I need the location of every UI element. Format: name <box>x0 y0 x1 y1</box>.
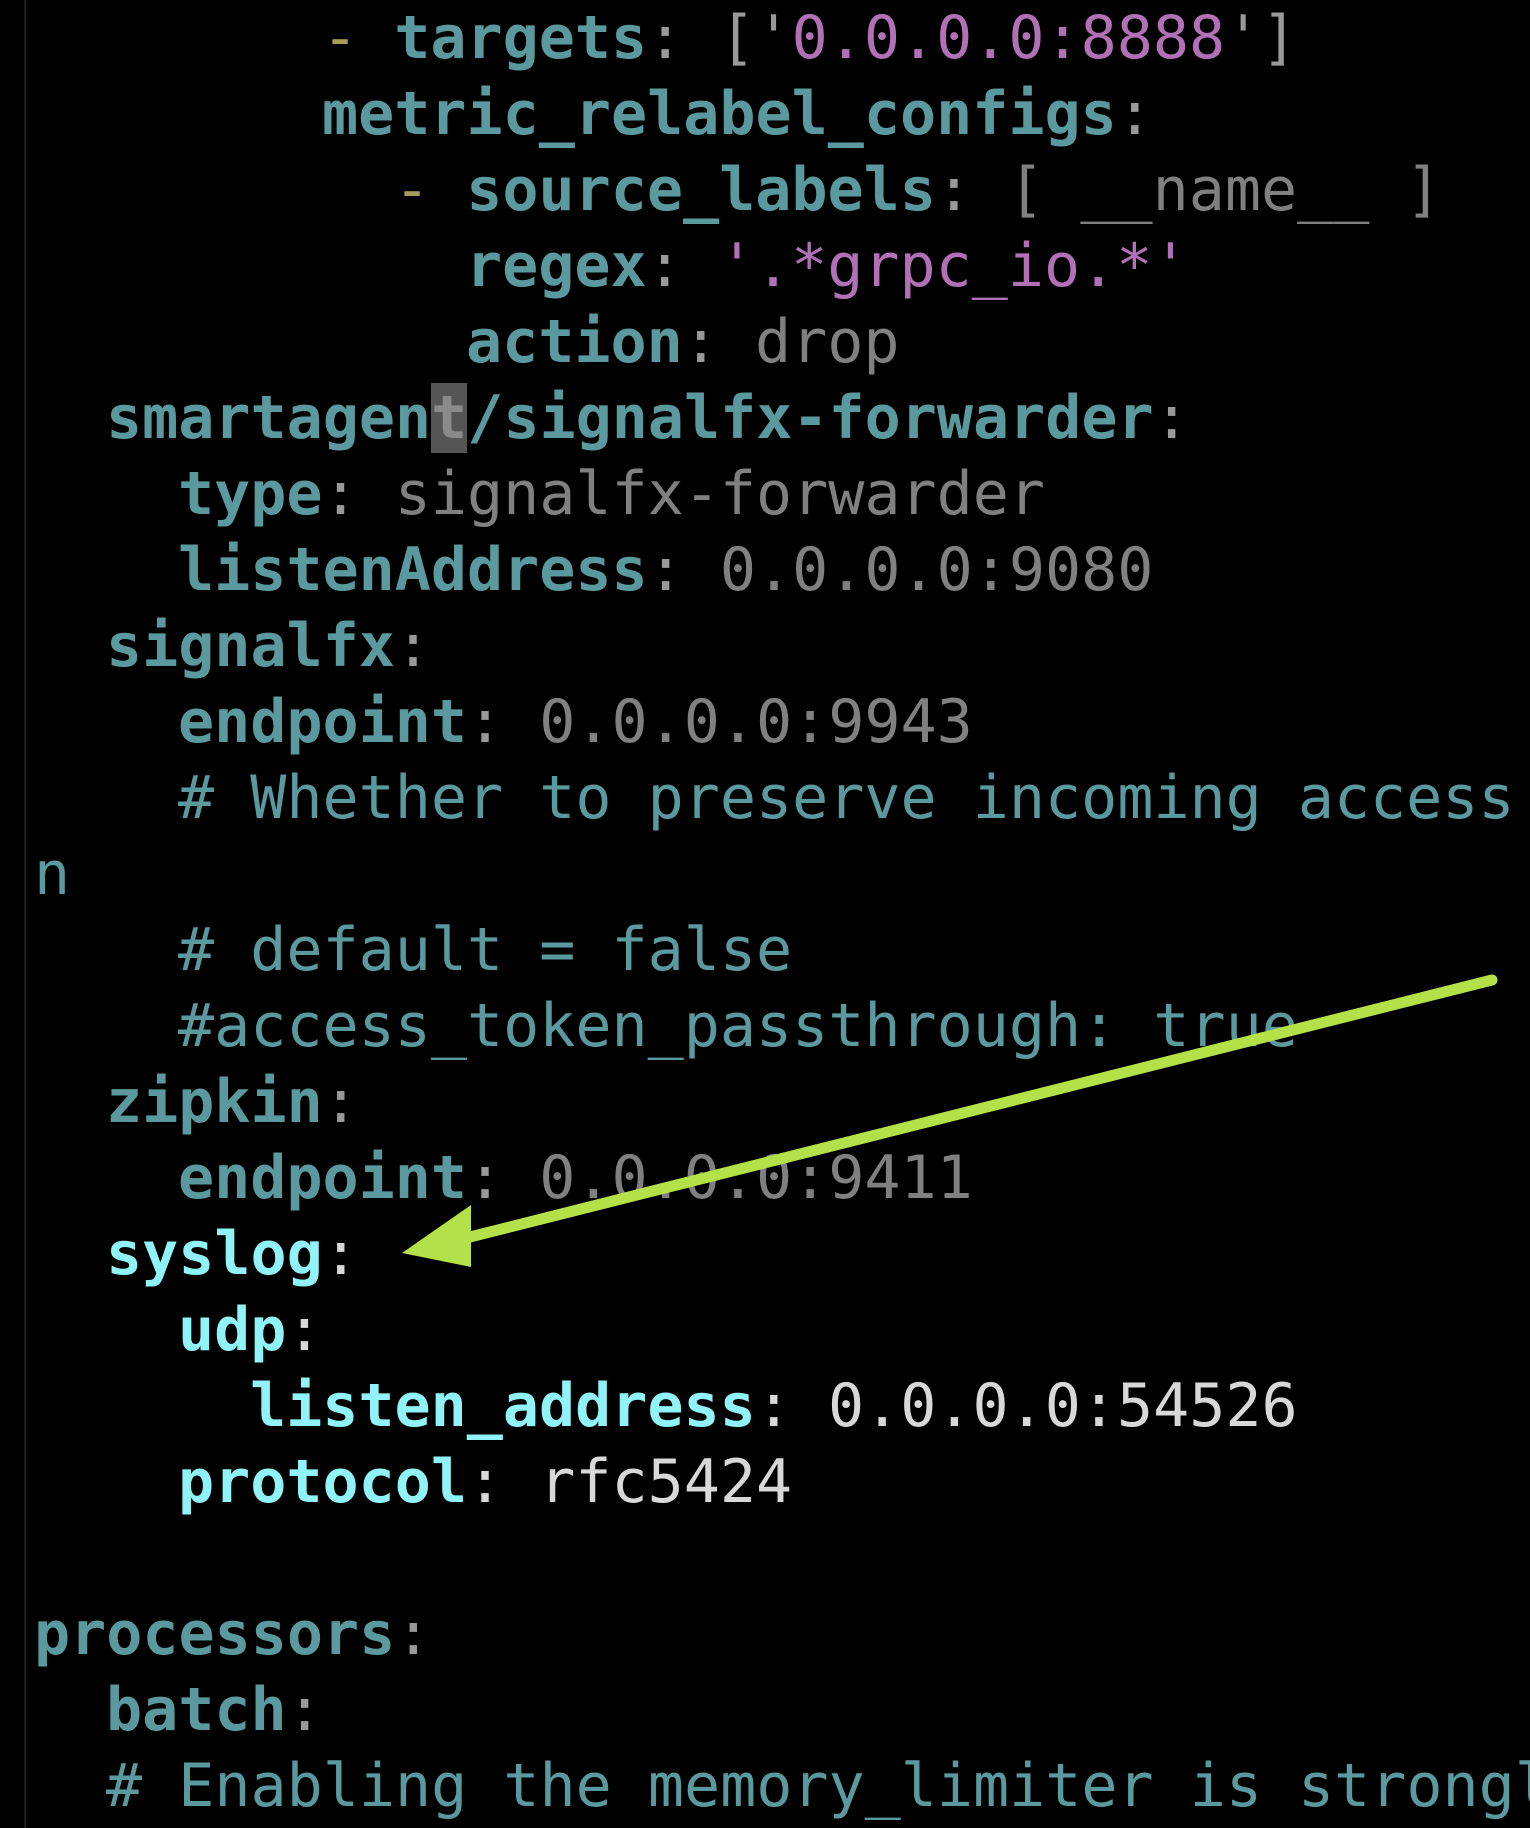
yaml-key: type <box>178 459 323 529</box>
yaml-key: endpoint <box>178 1143 467 1213</box>
code-line-comment-default: # default = false <box>178 912 792 988</box>
colon: : <box>1153 383 1190 453</box>
list-dash: - <box>322 3 395 73</box>
yaml-value: 0.0.0.0:9943 <box>539 687 973 757</box>
yaml-key-rest: /signalfx-forwarder <box>467 383 1154 453</box>
yaml-value: rfc5424 <box>539 1447 793 1517</box>
colon: : <box>755 1371 828 1441</box>
code-line-comment-memory-limiter: # Enabling the memory_limiter is strongl <box>106 1748 1530 1824</box>
yaml-key: targets <box>394 3 648 73</box>
code-line-wrapped: n <box>34 836 70 912</box>
wrapped-text: n <box>34 839 71 909</box>
comment-text: #access_token_passthrough: true <box>178 991 1298 1061</box>
colon: : <box>466 1447 540 1517</box>
colon: : <box>394 611 432 681</box>
code-line-zipkin-endpoint: endpoint: 0.0.0.0:9411 <box>178 1140 973 1216</box>
code-line-zipkin: zipkin: <box>106 1064 359 1140</box>
colon: : <box>395 1599 432 1669</box>
yaml-key: smartagen <box>106 383 432 453</box>
code-line-smartagent: smartagent/signalfx-forwarder: <box>106 380 1190 456</box>
colon: : <box>322 459 395 529</box>
yaml-value: drop <box>755 307 900 377</box>
code-line-protocol: protocol: rfc5424 <box>178 1444 792 1520</box>
yaml-value: 0.0.0.0:54526 <box>827 1371 1298 1441</box>
code-line-comment-preserve: # Whether to preserve incoming access <box>178 760 1515 836</box>
colon: : <box>322 1067 359 1137</box>
colon: : <box>286 1675 323 1745</box>
yaml-key: regex <box>466 231 647 301</box>
yaml-key: signalfx <box>106 611 395 681</box>
code-line-targets: - targets: ['0.0.0.0:8888'] <box>322 0 1297 76</box>
yaml-key: processors <box>34 1599 396 1669</box>
text-cursor[interactable]: t <box>431 383 468 453</box>
yaml-key: endpoint <box>178 687 467 757</box>
colon: : <box>935 155 1009 225</box>
code-line-source-labels: - source_labels: [ __name__ ] <box>394 152 1442 228</box>
yaml-value: [ __name__ ] <box>1008 155 1442 225</box>
yaml-value: 0.0.0.0:9080 <box>719 535 1154 605</box>
comment-text: # default = false <box>178 915 793 985</box>
yaml-key: source_labels <box>466 155 936 225</box>
colon: : <box>682 307 755 377</box>
yaml-key: zipkin <box>106 1067 323 1137</box>
code-line-metric-relabel-configs: metric_relabel_configs: <box>322 76 1153 152</box>
gutter-edge <box>24 0 26 1828</box>
code-line-syslog: syslog: <box>106 1216 359 1292</box>
yaml-key: listenAddress <box>178 535 648 605</box>
string-value: '.*grpc_io.*' <box>718 231 1189 301</box>
yaml-value: signalfx-forwarder <box>394 459 1045 529</box>
string-value: 0.0.0.0:8888 <box>791 3 1226 73</box>
colon: : <box>322 1219 359 1289</box>
yaml-key: metric_relabel_configs <box>322 79 1117 149</box>
code-line-batch: batch: <box>106 1672 323 1748</box>
code-line-udp: udp: <box>178 1292 323 1368</box>
code-line-regex: regex: '.*grpc_io.*' <box>466 228 1188 304</box>
terminal-window: - targets: ['0.0.0.0:8888'] metric_relab… <box>0 0 1530 1828</box>
code-line-processors: processors: <box>34 1596 431 1672</box>
comment-text: # Enabling the memory_limiter is strongl <box>106 1751 1530 1821</box>
comment-text: # Whether to preserve incoming access <box>178 763 1515 833</box>
code-line-udp-listen-address: listen_address: 0.0.0.0:54526 <box>250 1368 1298 1444</box>
code-line-comment-passthrough: #access_token_passthrough: true <box>178 988 1298 1064</box>
yaml-key: protocol <box>178 1447 467 1517</box>
colon: : <box>286 1295 323 1365</box>
yaml-value: 0.0.0.0:9411 <box>539 1143 973 1213</box>
yaml-key: udp <box>178 1295 287 1365</box>
code-line-action: action: drop <box>466 304 900 380</box>
list-dash: - <box>394 155 467 225</box>
yaml-key: batch <box>106 1675 287 1745</box>
colon: : <box>647 535 720 605</box>
bracket-open: [' <box>719 3 792 73</box>
colon: : <box>646 231 719 301</box>
code-line-type: type: signalfx-forwarder <box>178 456 1045 532</box>
code-line-signalfx-endpoint: endpoint: 0.0.0.0:9943 <box>178 684 973 760</box>
colon: : <box>647 3 720 73</box>
yaml-key: action <box>466 307 683 377</box>
code-line-signalfx: signalfx: <box>106 608 431 684</box>
colon: : <box>466 687 540 757</box>
code-line-listen-address: listenAddress: 0.0.0.0:9080 <box>178 532 1153 608</box>
colon: : <box>466 1143 540 1213</box>
bracket-close: '] <box>1225 3 1298 73</box>
yaml-key: syslog <box>106 1219 323 1289</box>
colon: : <box>1116 79 1153 149</box>
yaml-key: listen_address <box>250 1371 756 1441</box>
